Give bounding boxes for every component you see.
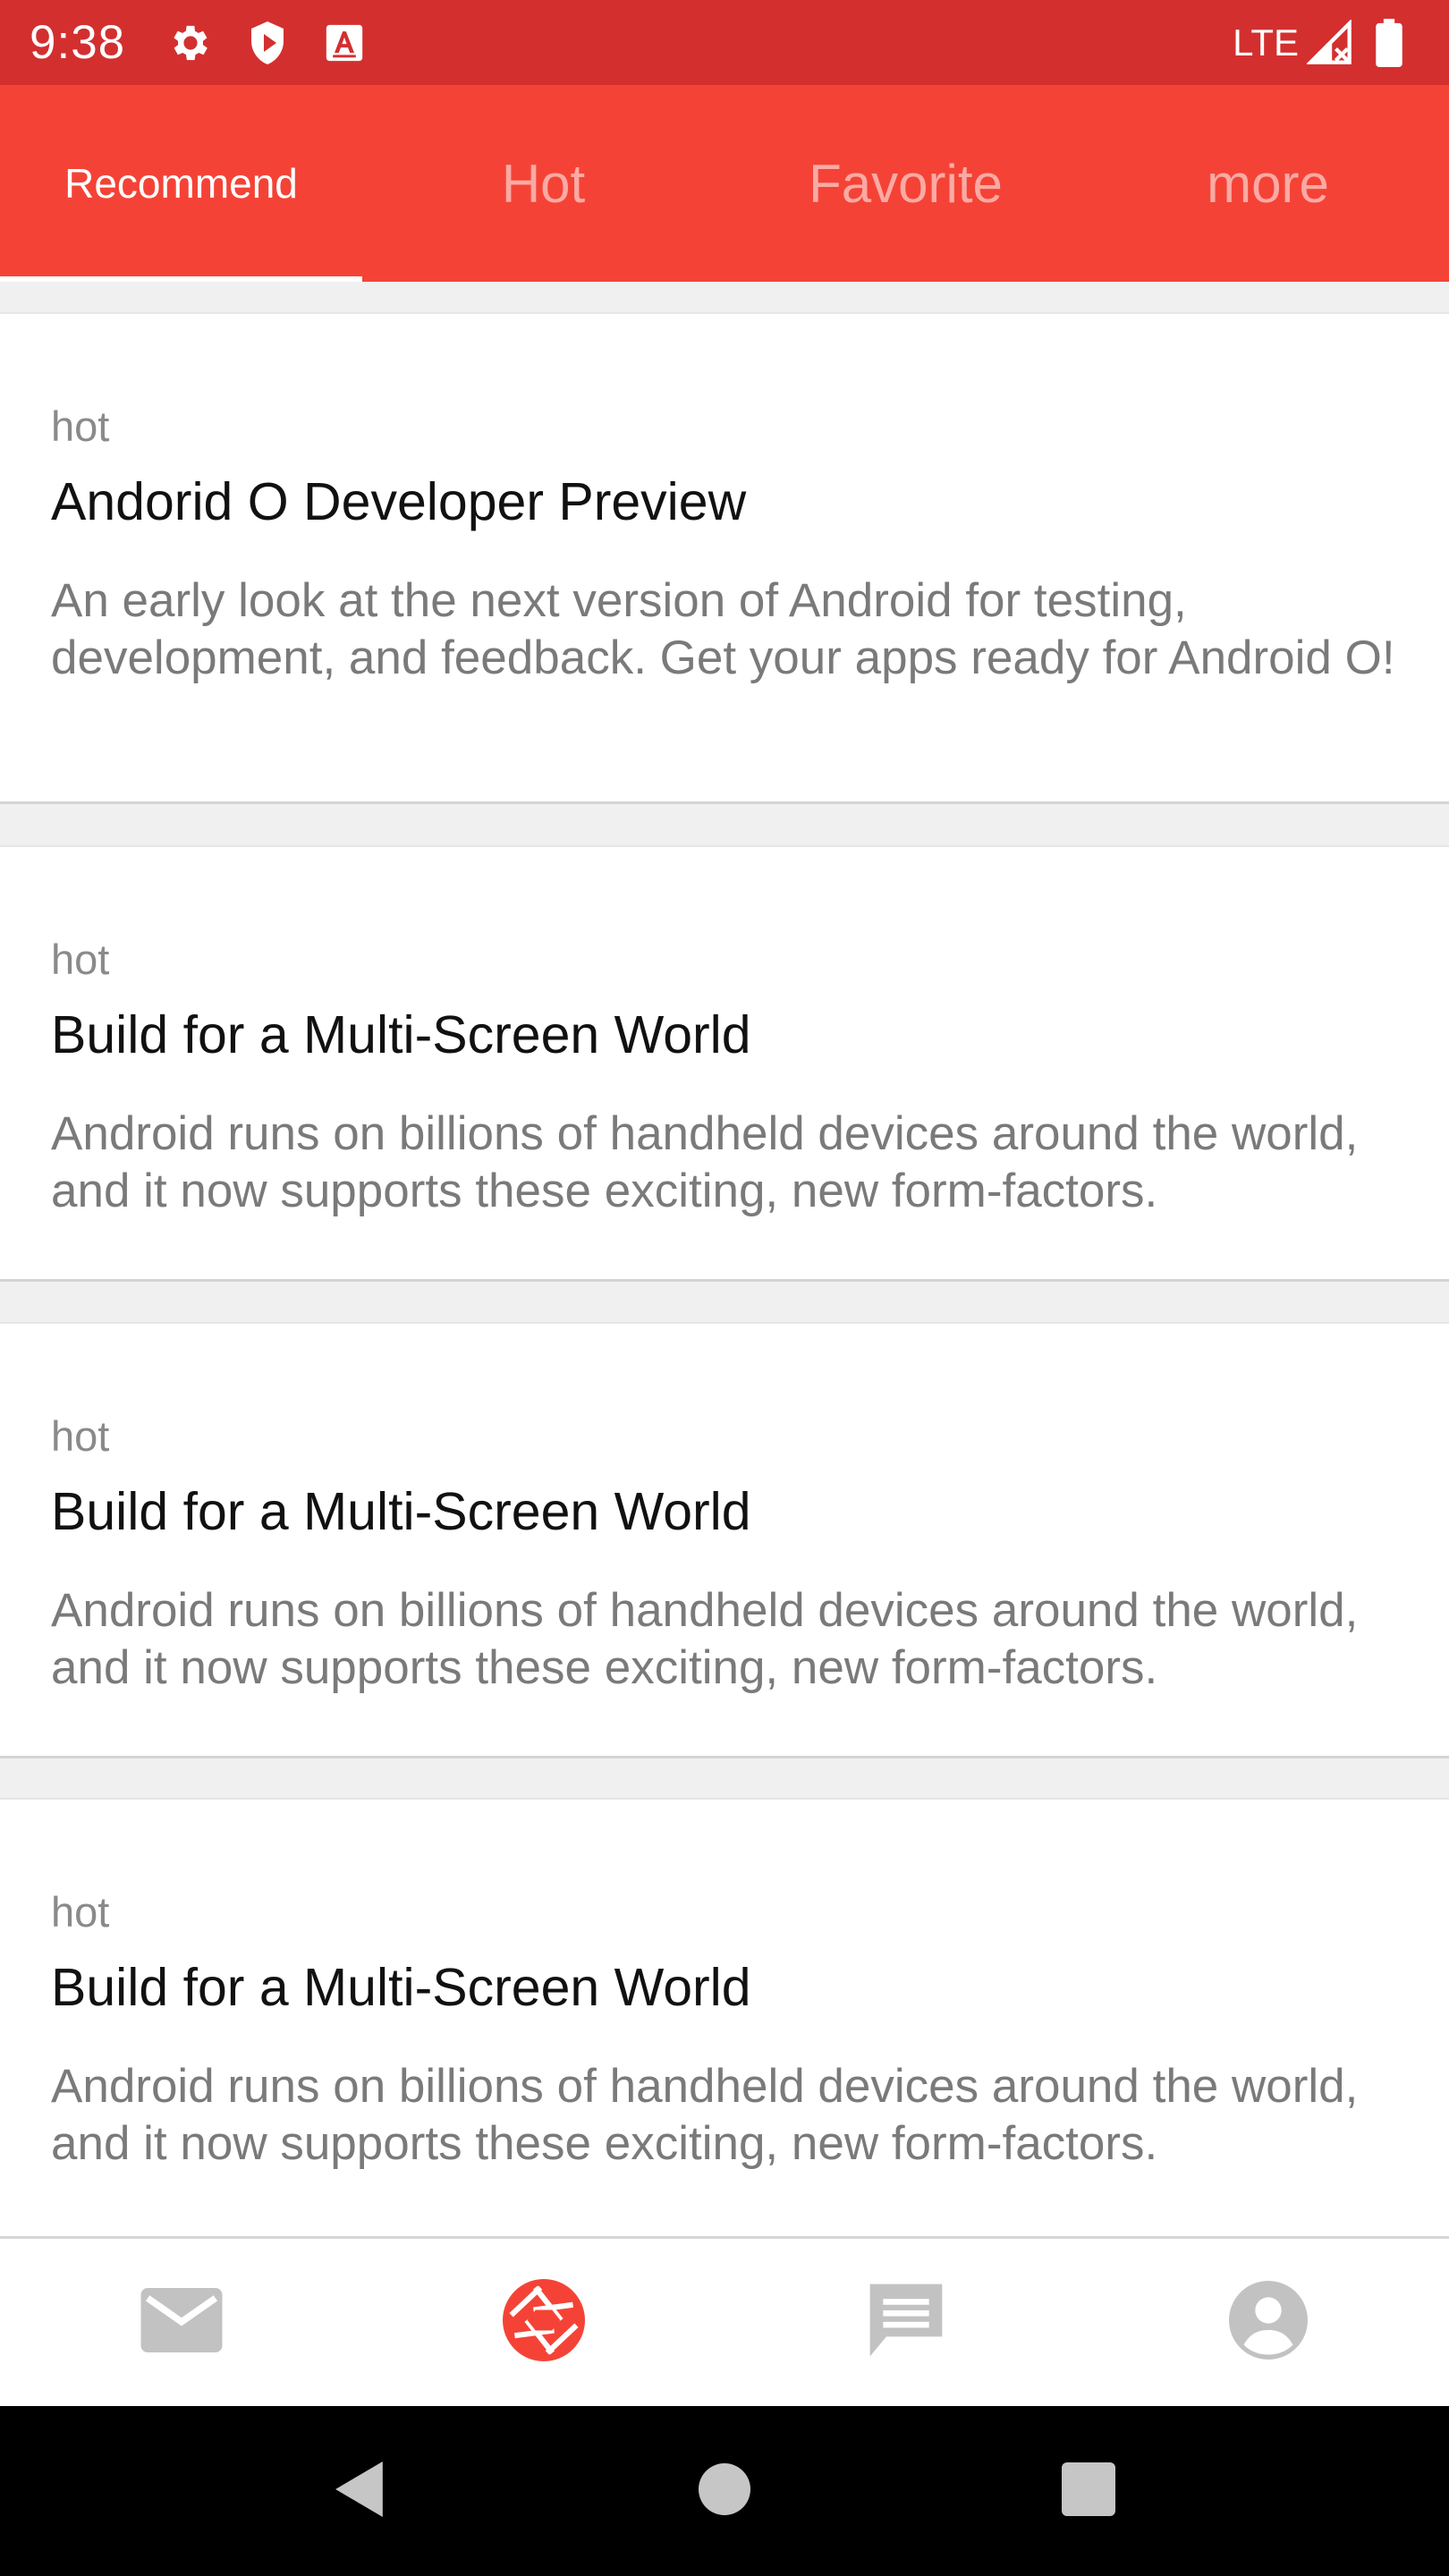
nav-profile[interactable] (1087, 2239, 1449, 2406)
account-icon (1228, 2281, 1308, 2364)
battery-icon (1363, 17, 1415, 69)
card-tag: hot (51, 402, 110, 450)
tab-label: Recommend (64, 160, 298, 207)
status-left: 9:38 (30, 15, 395, 70)
card-title: Build for a Multi-Screen World (51, 1005, 751, 1064)
shield-icon (242, 17, 293, 69)
a-box-icon (318, 17, 370, 69)
camera-aperture-icon (502, 2279, 585, 2366)
system-home-button[interactable] (680, 2446, 769, 2536)
tab-more[interactable]: more (1087, 85, 1449, 282)
card-tag: hot (51, 1888, 110, 1936)
card-tag: hot (51, 936, 110, 983)
tab-label: Favorite (809, 153, 1003, 214)
network-type: LTE (1233, 21, 1299, 64)
tab-label: more (1207, 153, 1329, 214)
back-icon (333, 2458, 388, 2525)
status-right: LTE (1233, 17, 1422, 69)
tab-recommend[interactable]: Recommend (0, 85, 362, 282)
card-title: Andorid O Developer Preview (51, 472, 747, 531)
card-description: An early look at the next version of And… (51, 574, 1395, 684)
status-bar: 9:38 LTE (0, 0, 1449, 85)
bottom-navigation (0, 2236, 1449, 2406)
list-item[interactable]: hot Build for a Multi-Screen World Andro… (0, 845, 1449, 1282)
nav-mail[interactable] (0, 2239, 362, 2406)
card-description: Android runs on billions of handheld dev… (51, 1584, 1359, 1694)
system-back-button[interactable] (316, 2446, 405, 2536)
list-item[interactable]: hot Build for a Multi-Screen World Andro… (0, 1322, 1449, 1758)
mail-icon (140, 2288, 223, 2357)
signal-icon (1304, 17, 1356, 69)
card-tag: hot (51, 1412, 110, 1460)
card-description: Android runs on billions of handheld dev… (51, 2060, 1359, 2170)
list-item[interactable]: hot Build for a Multi-Screen World Andro… (0, 1798, 1449, 2236)
tab-hot[interactable]: Hot (362, 85, 724, 282)
card-description: Android runs on billions of handheld dev… (51, 1107, 1359, 1217)
system-navigation-bar (0, 2406, 1449, 2576)
feed-list[interactable]: hot Andorid O Developer Preview An early… (0, 282, 1449, 2236)
gear-icon (165, 17, 216, 69)
tab-favorite[interactable]: Favorite (724, 85, 1087, 282)
recents-icon (1061, 2462, 1115, 2521)
tab-label: Hot (501, 153, 586, 214)
tab-bar: Recommend Hot Favorite more (0, 85, 1449, 282)
card-title: Build for a Multi-Screen World (51, 1482, 751, 1541)
nav-discover[interactable] (362, 2239, 724, 2406)
nav-messages[interactable] (724, 2239, 1087, 2406)
system-recents-button[interactable] (1044, 2446, 1133, 2536)
home-icon (698, 2462, 750, 2520)
status-time: 9:38 (30, 16, 126, 69)
app-screen: 9:38 LTE Recommend Hot Favorite more hot… (0, 0, 1449, 2576)
message-icon (867, 2281, 945, 2364)
card-title: Build for a Multi-Screen World (51, 1958, 751, 2017)
list-item[interactable]: hot Andorid O Developer Preview An early… (0, 312, 1449, 804)
